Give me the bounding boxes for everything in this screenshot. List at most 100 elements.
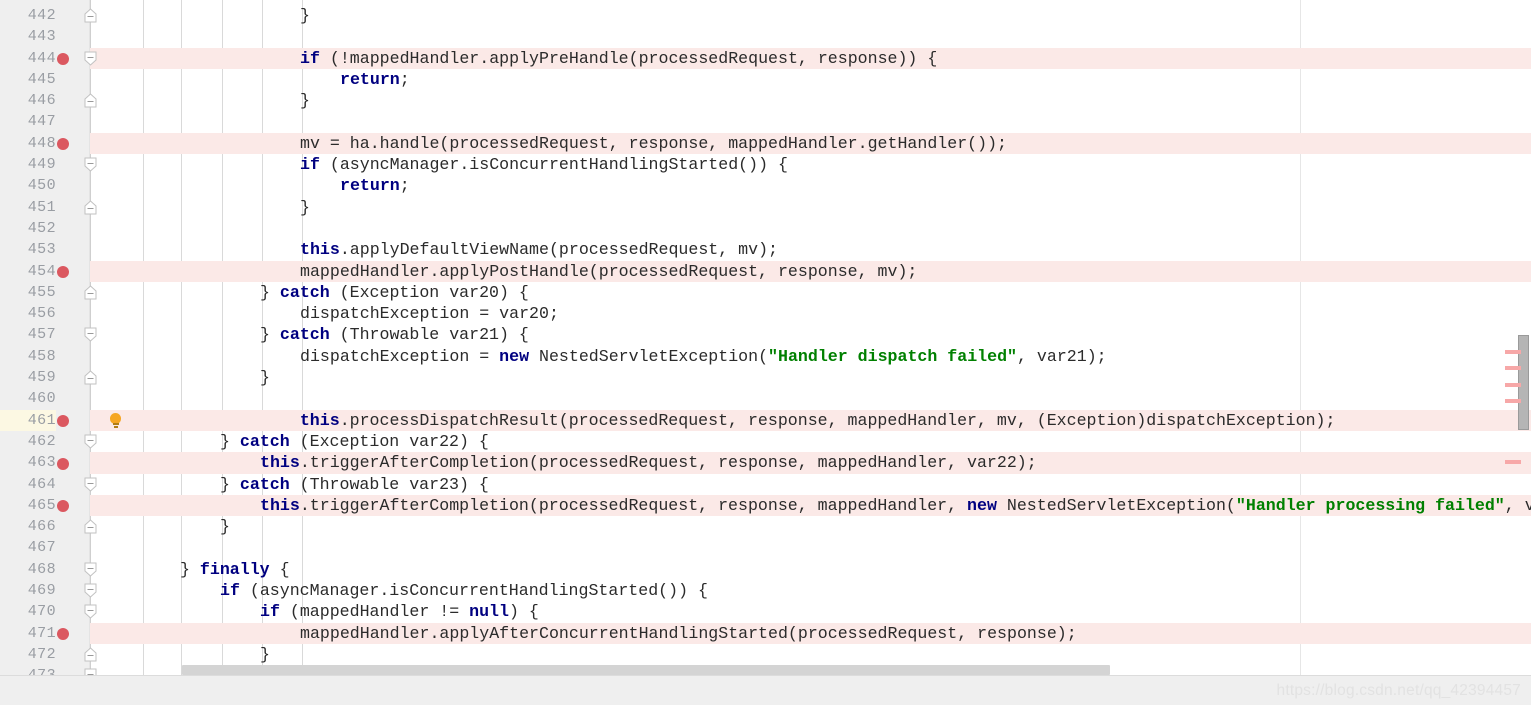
code-line[interactable]: 465 this.triggerAfterCompletion(processed… [0,494,1531,517]
code-text[interactable]: this.processDispatchResult(processedRequ… [260,410,1336,431]
fold-start-icon[interactable] [84,157,97,172]
code-token-kw: return [340,69,400,89]
code-line[interactable]: 463 this.triggerAfterCompletion(processed… [0,452,1531,474]
code-line[interactable]: 449 if (asyncManager.isConcurrentHandling… [0,154,1531,175]
fold-end-icon[interactable] [84,93,97,108]
code-lines[interactable]: 442} 443 444 if (!mappedHandler.applyPreHan… [0,5,1531,676]
line-number: 445 [27,70,56,88]
breakpoint-icon[interactable] [57,415,69,428]
code-text[interactable]: } catch (Throwable var23) { [220,474,489,495]
code-text[interactable]: } catch (Exception var20) { [260,282,529,303]
fold-end-icon[interactable] [84,370,97,385]
line-number: 447 [27,113,56,131]
code-line[interactable]: 453 this.applyDefaultViewName(processedRe… [0,239,1531,260]
code-line[interactable]: 470 if (mappedHandler != null) { [0,601,1531,622]
code-line[interactable]: 464 } catch (Throwable var23) { [0,474,1531,495]
code-line[interactable]: 450 return; [0,175,1531,196]
line-number: 464 [27,475,56,493]
error-stripe-mark-2[interactable] [1505,383,1521,387]
code-text[interactable]: return; [340,175,410,196]
code-text[interactable]: } catch (Throwable var21) { [260,324,529,345]
breakpoint-icon[interactable] [57,628,69,641]
fold-start-icon[interactable] [84,51,97,66]
code-text[interactable]: this.applyDefaultViewName(processedReque… [300,239,778,260]
breadcrumb[interactable]: DispatcherServlet›doDispatch() [100,676,338,705]
fold-start-icon[interactable] [84,434,97,449]
code-line[interactable]: 461 this.processDispatchResult(processed… [0,409,1531,431]
code-text[interactable]: dispatchException = new NestedServletExc… [300,346,1107,367]
horizontal-scrollbar-thumb[interactable] [182,665,1110,675]
code-text[interactable]: mv = ha.handle(processedRequest, respons… [300,133,1007,154]
intention-bulb-icon[interactable] [108,412,123,429]
code-text[interactable]: if (mappedHandler != null) { [260,601,539,622]
code-line[interactable]: 457} catch (Throwable var21) { [0,324,1531,345]
code-line[interactable]: 458 dispatchException = new NestedServlet… [0,346,1531,367]
code-text[interactable]: } [220,516,230,537]
code-line[interactable]: 466} [0,516,1531,537]
code-text[interactable]: if (asyncManager.isConcurrentHandlingSta… [220,580,708,601]
error-stripe-mark-1[interactable] [1505,366,1521,370]
breakpoint-icon[interactable] [57,457,69,470]
fold-end-icon[interactable] [84,199,97,215]
code-text[interactable]: this.triggerAfterCompletion(processedReq… [260,452,1037,473]
code-text[interactable]: } [260,367,270,388]
code-token-pln: (asyncManager.isConcurrentHandlingStarte… [239,581,708,601]
code-text[interactable]: this.triggerAfterCompletion(processedReq… [260,495,1531,516]
code-text[interactable]: } finally { [180,559,290,580]
fold-end-icon[interactable] [84,519,97,534]
code-line[interactable]: 443 [0,26,1531,47]
error-stripe-mark-0[interactable] [1505,350,1521,354]
fold-start-icon[interactable] [84,562,97,577]
fold-start-icon[interactable] [84,583,97,598]
code-line[interactable]: 469 if (asyncManager.isConcurrentHandling… [0,580,1531,601]
code-text[interactable]: mappedHandler.applyPostHandle(processedR… [300,261,917,282]
code-text[interactable]: dispatchException = var20; [300,303,559,324]
code-text[interactable]: } catch (Exception var22) { [220,431,489,452]
breakpoint-icon[interactable] [57,266,69,279]
code-line[interactable]: 468} finally { [0,559,1531,580]
error-stripe-and-vertical-scrollbar[interactable] [1505,0,1531,676]
code-line[interactable]: 446} [0,90,1531,111]
code-line[interactable]: 472} [0,644,1531,665]
code-line[interactable]: 467 [0,537,1531,558]
code-text[interactable]: } [300,5,310,26]
code-line[interactable]: 444 if (!mappedHandler.applyPreHandle(pro… [0,47,1531,69]
code-text[interactable]: mappedHandler.applyAfterConcurrentHandli… [300,623,1077,644]
code-line[interactable]: 471 mappedHandler.applyAfterConcurrentHan… [0,622,1531,644]
code-line[interactable]: 459} [0,367,1531,388]
code-text[interactable]: if (!mappedHandler.applyPreHandle(proces… [300,48,937,69]
code-line[interactable]: 447 [0,111,1531,132]
code-line[interactable]: 460 [0,388,1531,409]
fold-end-icon[interactable] [84,8,97,23]
fold-start-icon[interactable] [84,477,97,492]
code-token-kw: finally [199,559,270,579]
fold-end-icon[interactable] [84,285,97,300]
line-number: 465 [27,496,56,514]
code-line[interactable]: 454 mappedHandler.applyPostHandle(process… [0,260,1531,282]
breakpoint-icon[interactable] [57,138,69,151]
code-line[interactable]: 462} catch (Exception var22) { [0,431,1531,452]
code-line[interactable]: 455} catch (Exception var20) { [0,282,1531,303]
code-text[interactable]: } [260,644,270,665]
code-text[interactable]: } [300,90,310,111]
code-editor[interactable]: 442} 443 444 if (!mappedHandler.applyPreHan… [0,0,1531,676]
code-text[interactable]: if (asyncManager.isConcurrentHandlingSta… [300,154,788,175]
code-line[interactable]: 448 mv = ha.handle(processedRequest, resp… [0,132,1531,155]
error-stripe-mark-3[interactable] [1505,399,1521,403]
code-text[interactable]: return; [340,69,410,90]
breakpoint-icon[interactable] [57,53,69,66]
code-line[interactable]: 456 dispatchException = var20; [0,303,1531,324]
fold-end-icon[interactable] [84,647,97,662]
code-line[interactable]: 442} [0,5,1531,26]
fold-start-icon[interactable] [84,604,97,619]
breakpoint-icon[interactable] [57,500,69,513]
code-text[interactable]: } [300,197,310,218]
code-line[interactable]: 452 [0,218,1531,239]
line-highlight [90,388,1531,409]
line-number: 454 [27,262,56,280]
fold-start-icon[interactable] [84,327,97,343]
code-line[interactable]: 445 return; [0,69,1531,90]
code-token-pln: ; [399,176,410,196]
error-stripe-mark-4[interactable] [1505,460,1521,464]
code-line[interactable]: 451} [0,197,1531,218]
